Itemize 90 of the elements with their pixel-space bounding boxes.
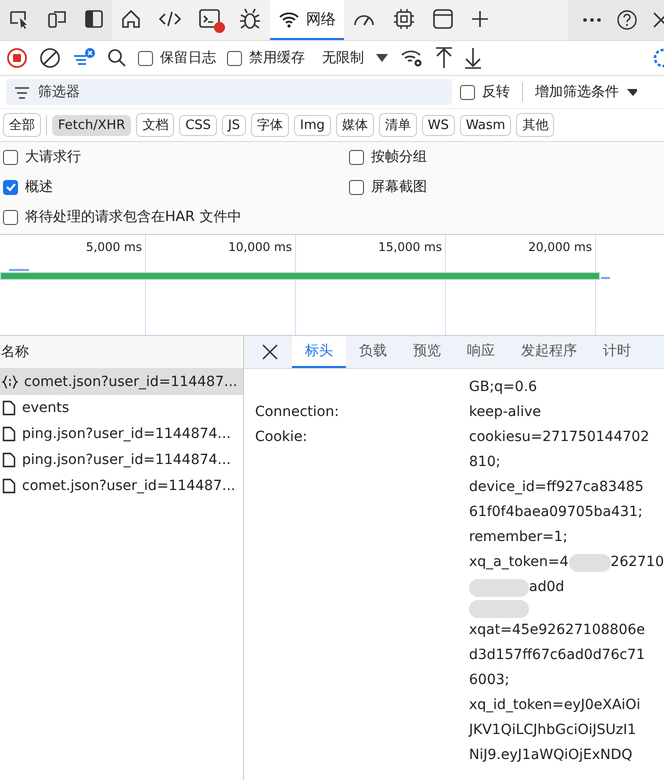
header-value: 810;	[469, 453, 500, 472]
option-checkbox[interactable]: 屏幕截图	[349, 178, 661, 196]
download-icon[interactable]	[464, 47, 482, 69]
detail-tab[interactable]: 发起程序	[508, 336, 590, 368]
network-tab-label: 网络	[306, 10, 336, 28]
detail-tab[interactable]: 负载	[346, 336, 400, 368]
devtools-tab[interactable]: 网络	[270, 0, 344, 40]
wifi-icon	[278, 10, 300, 28]
redaction-smudge	[469, 600, 529, 618]
dropdown-caret-icon[interactable]	[627, 87, 637, 97]
type-filter-chip[interactable]: Img	[294, 114, 331, 136]
help-icon[interactable]	[616, 9, 638, 31]
inspect-icon	[8, 9, 30, 29]
search-icon[interactable]	[107, 48, 127, 68]
invert-checkbox[interactable]: 反转	[460, 83, 510, 101]
redaction-smudge	[568, 554, 611, 572]
header-value: ad0d	[529, 578, 564, 597]
header-value: remember=1;	[469, 528, 568, 547]
plus-icon	[470, 9, 490, 29]
sidebar-icon	[84, 9, 104, 29]
header-value: d3d157ff67c6ad0d76c71	[469, 646, 646, 665]
dropdown-caret-icon[interactable]	[375, 53, 389, 63]
type-filter-chip[interactable]: 全部	[3, 113, 41, 137]
console-icon	[198, 8, 222, 30]
record-icon[interactable]	[6, 47, 28, 69]
throttle-dropdown[interactable]: 无限制	[322, 49, 364, 67]
close-icon[interactable]	[652, 11, 664, 29]
header-value: GB;q=0.6	[469, 378, 538, 397]
chip-icon	[392, 7, 416, 31]
option-checkbox[interactable]: 概述	[3, 178, 349, 196]
header-value: JKV1QiLCJhbGciOiJSUzI1	[469, 721, 636, 740]
type-filter-chip[interactable]: 字体	[251, 113, 290, 137]
type-filter-chip[interactable]: 媒体	[336, 113, 374, 137]
device-icon	[46, 9, 68, 29]
header-value: 262710	[610, 553, 664, 572]
detail-tab[interactable]: 计时	[590, 336, 644, 368]
header-name: Cookie:	[255, 429, 308, 445]
request-row[interactable]: ping.json?user_id=1144874...	[0, 421, 243, 447]
checkmark-icon	[4, 181, 16, 193]
redaction-smudge	[469, 578, 529, 596]
more-filters-dropdown[interactable]: 增加筛选条件	[535, 83, 619, 101]
code-icon	[158, 9, 182, 29]
header-name: Connection:	[255, 404, 339, 420]
type-filter-chip[interactable]: WS	[422, 114, 455, 136]
request-row[interactable]: comet.json?user_id=114487...	[0, 473, 243, 499]
option-checkbox[interactable]: 大请求行	[3, 148, 349, 166]
home-icon	[120, 8, 142, 30]
header-value: 61f0f4baea09705ba431;	[469, 503, 643, 522]
type-filter-chip[interactable]: 文档	[136, 113, 174, 137]
upload-icon[interactable]	[435, 47, 453, 69]
option-checkbox[interactable]: 将待处理的请求包含在HAR 文件中	[3, 208, 661, 226]
document-icon	[2, 400, 16, 416]
header-value: cookiesu=271750144702	[469, 428, 650, 447]
detail-tab[interactable]: 预览	[400, 336, 454, 368]
bug-icon	[238, 7, 262, 31]
document-icon	[2, 452, 16, 468]
header-value: 6003;	[469, 671, 510, 690]
header-value: keep-alive	[469, 403, 542, 422]
window-icon	[432, 8, 454, 30]
header-value: xq_id_token=eyJ0eXAiOi	[469, 696, 640, 715]
header-value: xqat=45e92627108806e	[469, 621, 645, 640]
timeline-tick: 10,000 ms	[228, 239, 293, 254]
detail-tab[interactable]: 标头	[292, 336, 346, 368]
more-icon[interactable]	[582, 17, 602, 23]
json-icon	[2, 375, 18, 389]
header-value: device_id=ff927ca83485	[469, 478, 644, 497]
type-filter-chip[interactable]: Fetch/XHR	[52, 114, 132, 136]
type-filter-chip[interactable]: 其他	[516, 113, 554, 137]
type-filter-chip[interactable]: CSS	[179, 114, 217, 136]
timeline-tick: 15,000 ms	[378, 239, 443, 254]
document-icon	[2, 426, 16, 442]
filter-field[interactable]: 筛选器	[6, 79, 452, 105]
type-filter-chip[interactable]: JS	[222, 114, 246, 136]
timeline-tick: 20,000 ms	[528, 239, 593, 254]
document-icon	[2, 478, 16, 494]
request-row[interactable]: comet.json?user_id=114487...	[0, 369, 243, 395]
header-value: xq_a_token=4	[469, 553, 569, 572]
request-row[interactable]: ping.json?user_id=1144874...	[0, 447, 243, 473]
close-icon[interactable]	[262, 344, 278, 360]
column-header: 名称	[1, 343, 29, 361]
preserve-log-checkbox[interactable]: 保留日志	[138, 49, 216, 67]
type-filter-chip[interactable]: 清单	[378, 113, 417, 137]
request-row[interactable]: events	[0, 395, 243, 421]
disable-cache-checkbox[interactable]: 禁用缓存	[227, 49, 305, 67]
option-checkbox[interactable]: 按帧分组	[349, 148, 661, 166]
timeline-tick: 5,000 ms	[86, 239, 143, 254]
header-value: NiJ9.eyJ1aWQiOjExNDQ	[469, 746, 632, 765]
detail-tab[interactable]: 响应	[454, 336, 508, 368]
type-filter-chip[interactable]: Wasm	[460, 114, 512, 136]
clear-icon[interactable]	[39, 47, 61, 69]
